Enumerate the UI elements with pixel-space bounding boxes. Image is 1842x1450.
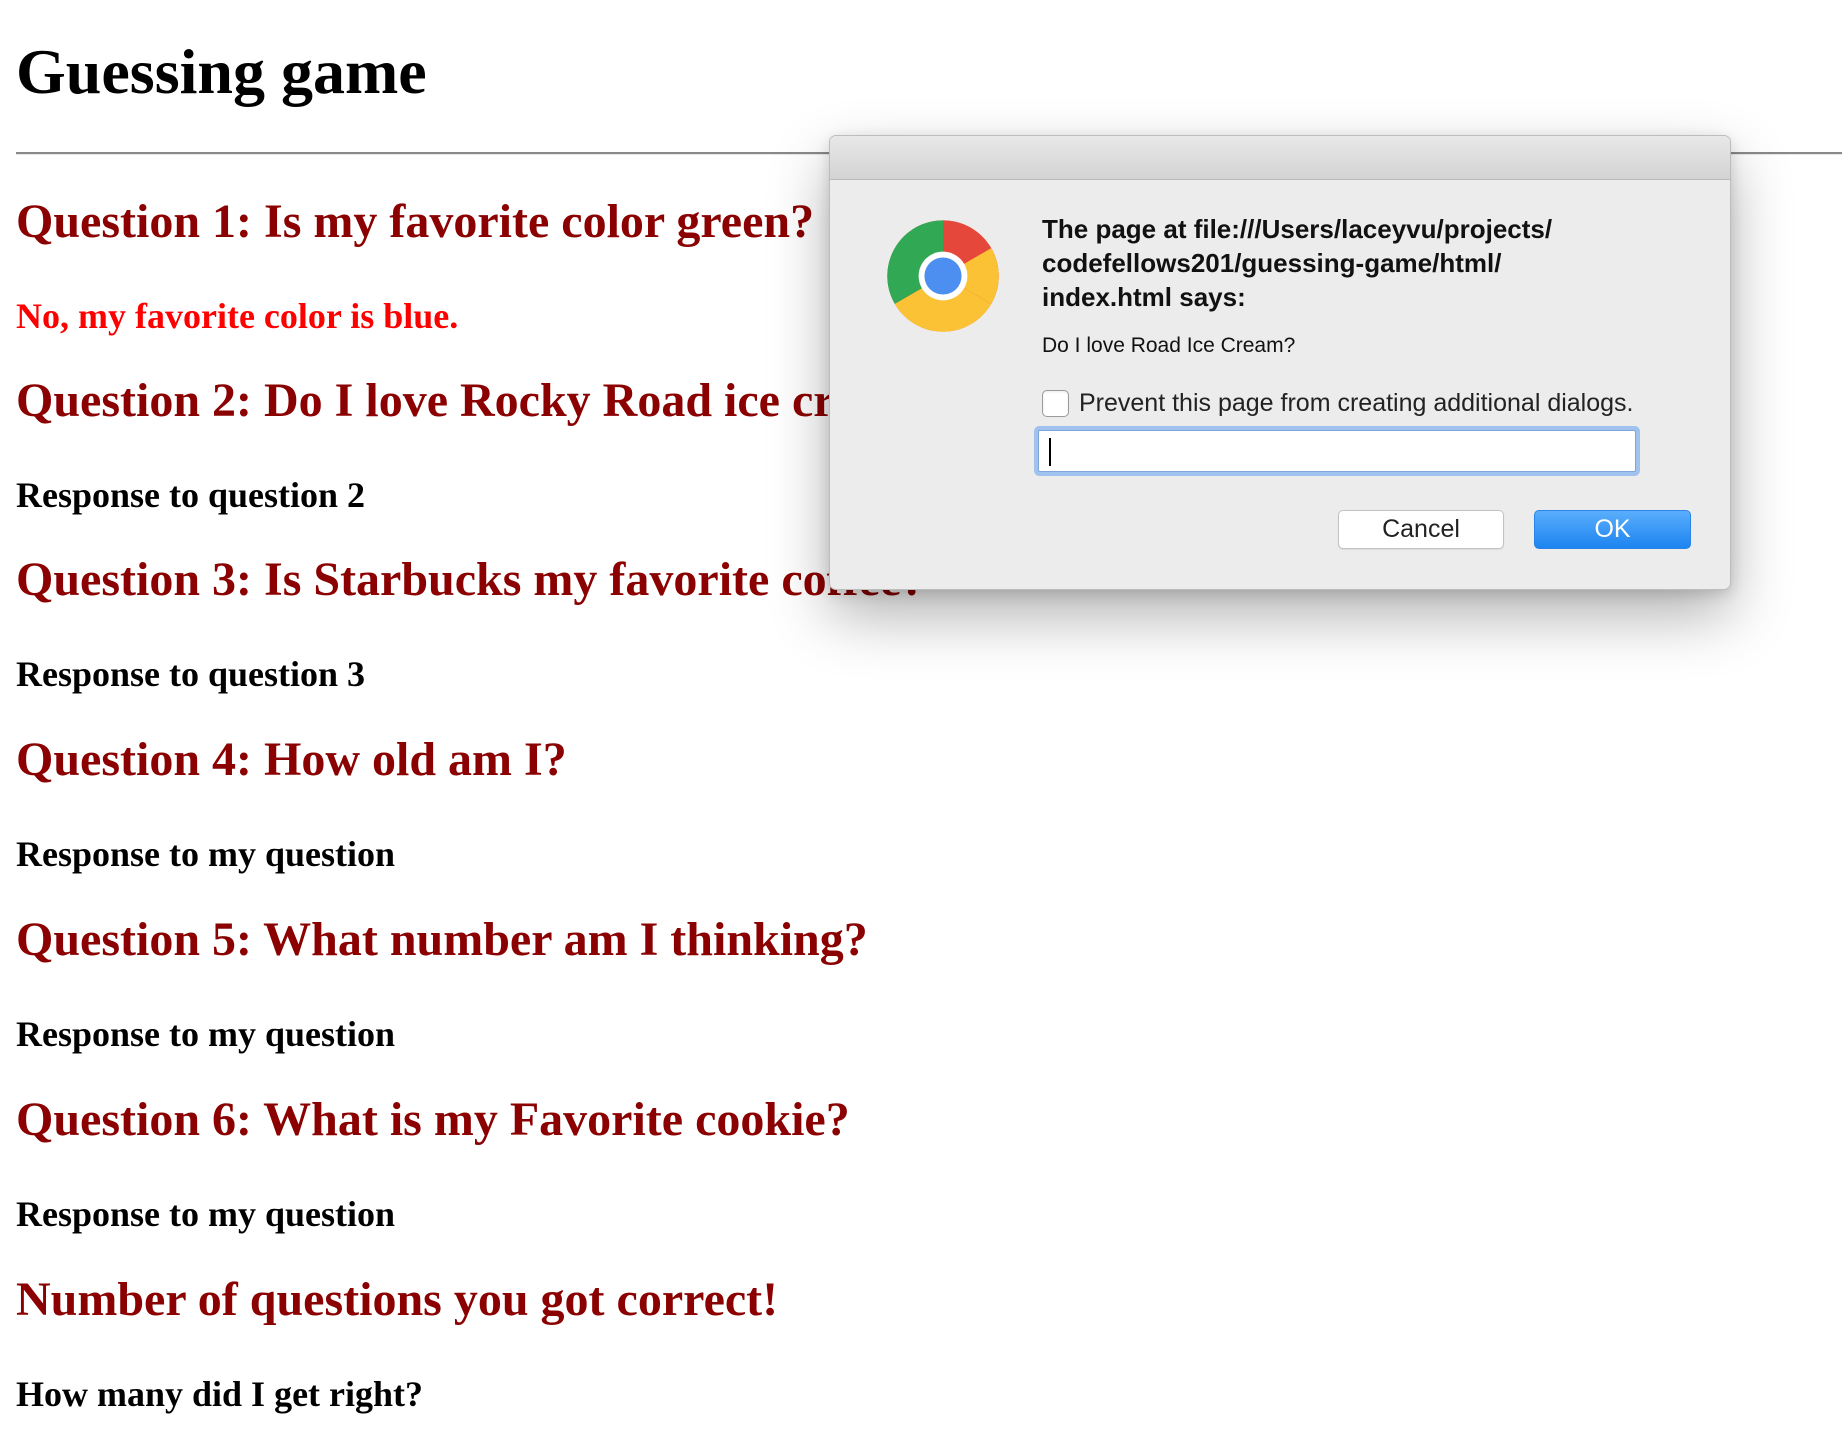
question-6-response: Response to my question bbox=[16, 1194, 396, 1234]
prevent-dialogs-checkbox[interactable] bbox=[1042, 389, 1069, 417]
dialog-prompt-text: Do I love Road Ice Cream? bbox=[1042, 334, 1296, 357]
question-6-heading: Question 6: What is my Favorite cookie? bbox=[16, 1093, 850, 1146]
prompt-dialog: The page at file:///Users/laceyvu/projec… bbox=[829, 135, 1731, 590]
prompt-input[interactable] bbox=[1038, 430, 1636, 472]
question-1-response: No, my favorite color is blue. bbox=[16, 296, 459, 336]
chrome-logo-icon bbox=[887, 220, 999, 332]
question-4-heading: Question 4: How old am I? bbox=[16, 733, 567, 786]
page-title: Guessing game bbox=[16, 36, 427, 107]
question-3-heading: Question 3: Is Starbucks my favorite cof… bbox=[16, 553, 926, 606]
text-cursor bbox=[1049, 438, 1051, 466]
cancel-button[interactable]: Cancel bbox=[1338, 510, 1504, 549]
question-5-heading: Question 5: What number am I thinking? bbox=[16, 913, 868, 966]
question-1-heading: Question 1: Is my favorite color green? bbox=[16, 195, 815, 248]
question-3-response: Response to question 3 bbox=[16, 654, 366, 694]
dialog-titlebar bbox=[830, 136, 1730, 180]
ok-button[interactable]: OK bbox=[1534, 510, 1691, 549]
question-4-response: Response to my question bbox=[16, 834, 396, 874]
prevent-dialogs-option[interactable]: Prevent this page from creating addition… bbox=[1042, 386, 1634, 420]
score-response: How many did I get right? bbox=[16, 1374, 424, 1414]
score-heading: Number of questions you got correct! bbox=[16, 1273, 779, 1326]
prevent-dialogs-label: Prevent this page from creating addition… bbox=[1079, 389, 1634, 417]
question-5-response: Response to my question bbox=[16, 1014, 396, 1054]
question-2-response: Response to question 2 bbox=[16, 475, 366, 515]
dialog-message-title: The page at file:///Users/laceyvu/projec… bbox=[1042, 214, 1553, 312]
question-2-heading: Question 2: Do I love Rocky Road ice cre… bbox=[16, 374, 943, 427]
